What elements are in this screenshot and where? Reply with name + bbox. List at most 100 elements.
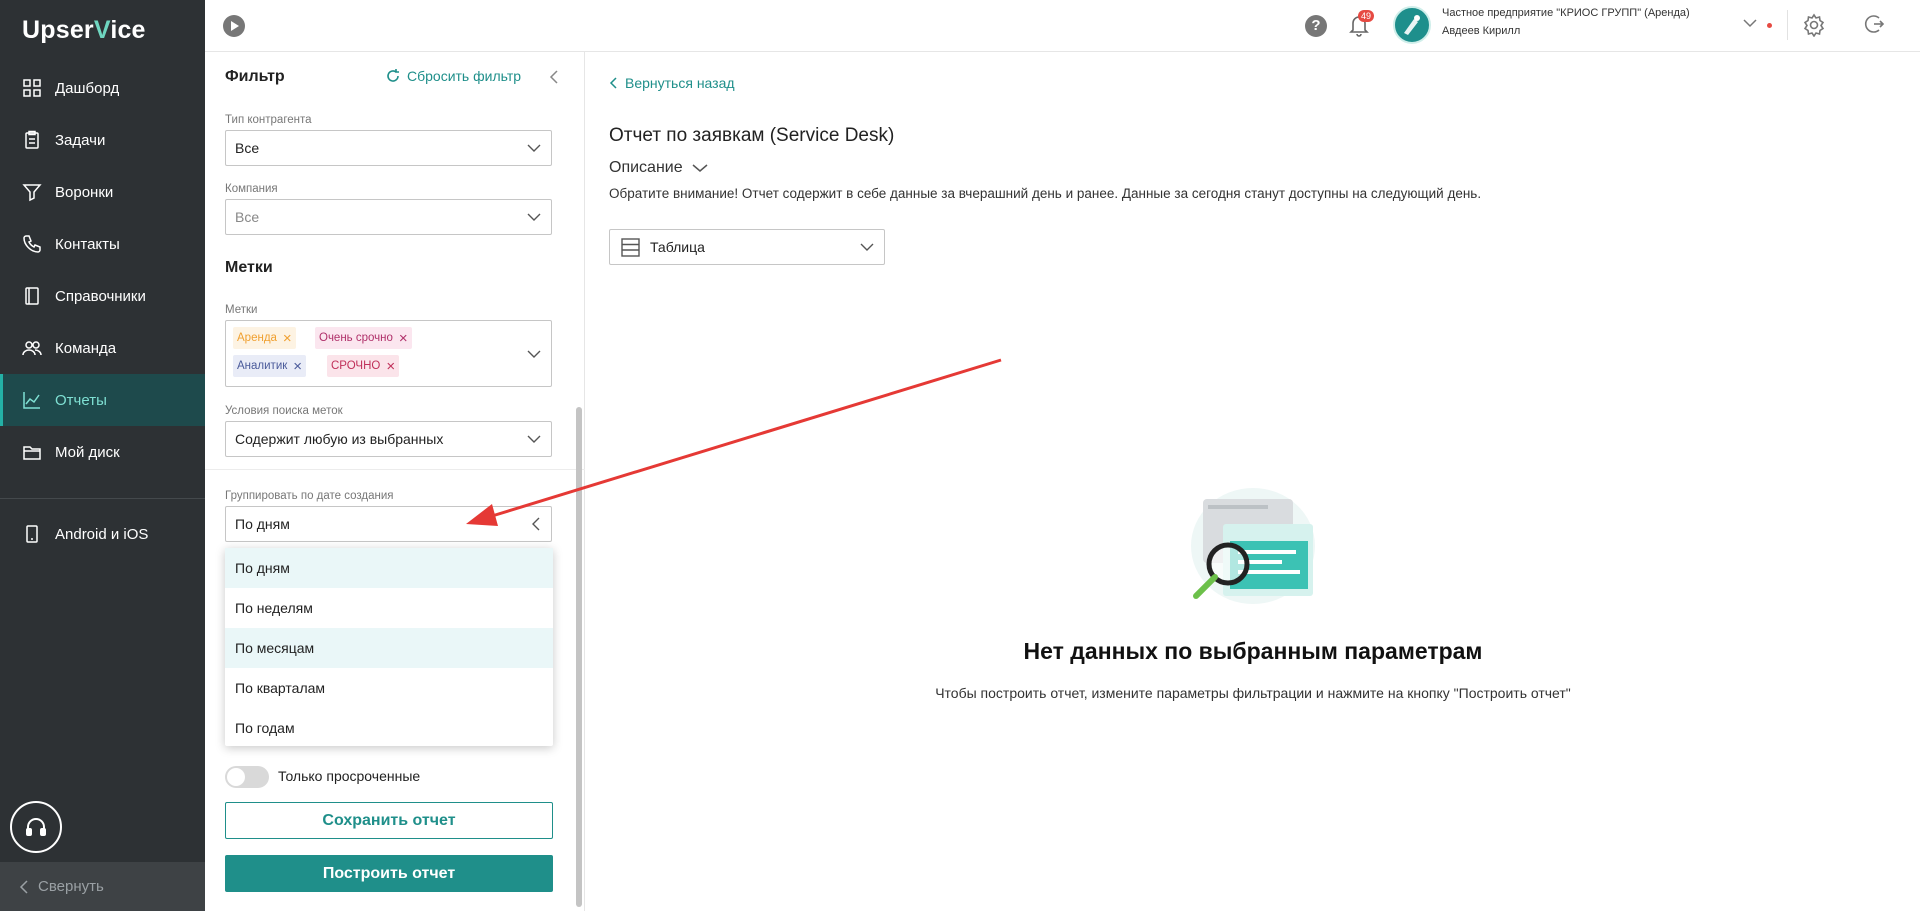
tasks-icon xyxy=(25,130,39,149)
table-icon xyxy=(621,238,640,257)
user-name: Авдеев Кирилл xyxy=(1442,25,1521,37)
folder-icon xyxy=(23,446,41,460)
collapse-sidebar-button[interactable]: Свернуть xyxy=(0,862,205,911)
close-icon[interactable]: × xyxy=(399,331,408,346)
dashboard-icon xyxy=(23,79,41,97)
notification-count-badge: 49 xyxy=(1358,10,1375,22)
filter-title: Фильтр xyxy=(225,68,285,85)
contacts-icon xyxy=(23,235,41,253)
support-button[interactable] xyxy=(10,801,62,853)
company-value: Все xyxy=(235,209,260,225)
mobile-icon xyxy=(26,525,38,543)
tags-multiselect[interactable]: Аренда × Очень срочно × Аналитик × СРОЧНО × xyxy=(225,320,552,387)
tag-chip: Аренда × xyxy=(233,327,296,349)
chevron-down-icon xyxy=(692,164,708,172)
empty-state-text: Чтобы построить отчет, измените параметр… xyxy=(935,685,1571,701)
chevron-left-icon xyxy=(532,517,540,531)
sidebar-item-funnels[interactable]: Воронки xyxy=(0,166,205,218)
logo[interactable]: UpserVice xyxy=(22,16,146,45)
sidebar-item-team[interactable]: Команда xyxy=(0,322,205,374)
description-label: Описание xyxy=(609,159,683,176)
tag-condition-label: Условия поиска меток xyxy=(225,405,343,417)
tag-condition-select[interactable]: Содержит любую из выбранных xyxy=(225,421,552,457)
tag-text: Аренда xyxy=(237,332,277,344)
chevron-down-icon xyxy=(527,144,541,152)
sidebar-item-label: Дашборд xyxy=(55,79,120,97)
back-label: Вернуться назад xyxy=(625,75,735,91)
refresh-icon xyxy=(387,69,399,82)
chevron-down-icon[interactable] xyxy=(527,349,541,359)
empty-state-illustration xyxy=(1191,488,1315,604)
view-mode-value: Таблица xyxy=(650,239,705,255)
tags-label: Метки xyxy=(225,304,258,316)
sidebar-item-mobile[interactable]: Android и iOS xyxy=(0,508,205,560)
filter-panel: Фильтр Сбросить фильтр Тип контрагента В… xyxy=(205,52,585,911)
overdue-only-toggle[interactable] xyxy=(225,766,269,788)
help-icon[interactable]: ? xyxy=(1305,15,1327,37)
company-name: Частное предприятие "КРИОС ГРУПП" (Аренд… xyxy=(1442,7,1690,19)
close-icon[interactable]: × xyxy=(293,359,302,374)
dropdown-option[interactable]: По кварталам xyxy=(225,668,553,708)
dropdown-option[interactable]: По годам xyxy=(225,708,553,748)
chevron-down-icon[interactable] xyxy=(1743,18,1757,28)
tags-section-title: Метки xyxy=(225,259,273,276)
top-bar: ? 49 Частное предприятие "КРИОС ГРУПП" (… xyxy=(205,0,1920,52)
empty-state-title: Нет данных по выбранным параметрам xyxy=(1023,638,1483,664)
tag-chip: Очень срочно × xyxy=(315,327,412,349)
sidebar-item-label: Задачи xyxy=(55,131,106,149)
chevron-left-icon[interactable] xyxy=(549,70,559,84)
status-dot xyxy=(1767,23,1772,28)
view-mode-select[interactable]: Таблица xyxy=(609,229,885,265)
group-by-dropdown: По дням По неделям По месяцам По квартал… xyxy=(225,548,553,746)
topbar-divider xyxy=(1787,10,1788,40)
dropdown-option[interactable]: По дням xyxy=(225,548,553,588)
tag-condition-value: Содержит любую из выбранных xyxy=(235,431,444,447)
tag-text: Очень срочно xyxy=(319,332,393,344)
build-report-button[interactable]: Построить отчет xyxy=(225,855,553,892)
dropdown-option[interactable]: По неделям xyxy=(225,588,553,628)
sidebar-item-label: Мой диск xyxy=(55,443,120,461)
group-by-label: Группировать по дате создания xyxy=(225,490,394,502)
chevron-down-icon xyxy=(527,435,541,443)
tag-text: СРОЧНО xyxy=(331,360,381,372)
sidebar-item-contacts[interactable]: Контакты xyxy=(0,218,205,270)
sidebar-item-dashboard[interactable]: Дашборд xyxy=(0,62,205,114)
headset-icon xyxy=(26,818,46,836)
dropdown-option[interactable]: По месяцам xyxy=(225,628,553,668)
close-icon[interactable]: × xyxy=(386,359,395,374)
chevron-down-icon xyxy=(527,213,541,221)
gear-icon[interactable] xyxy=(1802,13,1826,37)
company-label: Компания xyxy=(225,183,278,195)
overdue-only-label: Только просроченные xyxy=(278,768,421,784)
logout-icon[interactable] xyxy=(1863,13,1885,35)
chevron-down-icon xyxy=(860,243,874,251)
page-title: Отчет по заявкам (Service Desk) xyxy=(609,125,895,146)
collapse-label: Свернуть xyxy=(38,878,104,895)
company-select[interactable]: Все xyxy=(225,199,552,235)
back-link[interactable]: Вернуться назад xyxy=(609,75,735,91)
sidebar-item-directories[interactable]: Справочники xyxy=(0,270,205,322)
chevron-left-icon xyxy=(19,879,28,894)
section-divider xyxy=(205,469,585,470)
sidebar-divider xyxy=(0,498,205,499)
group-by-select[interactable]: По дням xyxy=(225,506,552,542)
contractor-type-label: Тип контрагента xyxy=(225,114,312,126)
sidebar-item-reports[interactable]: Отчеты xyxy=(0,374,205,426)
sidebar: UpserVice Дашборд Задачи Воронки Контакт… xyxy=(0,0,205,911)
save-report-button[interactable]: Сохранить отчет xyxy=(225,802,553,839)
reset-filter-button[interactable]: Сбросить фильтр xyxy=(385,68,521,84)
scrollbar[interactable] xyxy=(576,407,582,907)
tag-chip: СРОЧНО × xyxy=(327,355,400,377)
user-avatar-icon xyxy=(1404,15,1420,35)
sidebar-item-my-disk[interactable]: Мой диск xyxy=(0,426,205,478)
play-icon[interactable] xyxy=(223,15,245,37)
description-toggle[interactable]: Описание xyxy=(609,159,708,177)
avatar[interactable] xyxy=(1393,6,1431,44)
sidebar-item-label: Воронки xyxy=(55,183,114,201)
book-icon xyxy=(25,287,39,305)
tag-text: Аналитик xyxy=(237,360,288,372)
sidebar-item-label: Отчеты xyxy=(55,391,107,409)
sidebar-item-tasks[interactable]: Задачи xyxy=(0,114,205,166)
close-icon[interactable]: × xyxy=(283,331,292,346)
contractor-type-select[interactable]: Все xyxy=(225,130,552,166)
